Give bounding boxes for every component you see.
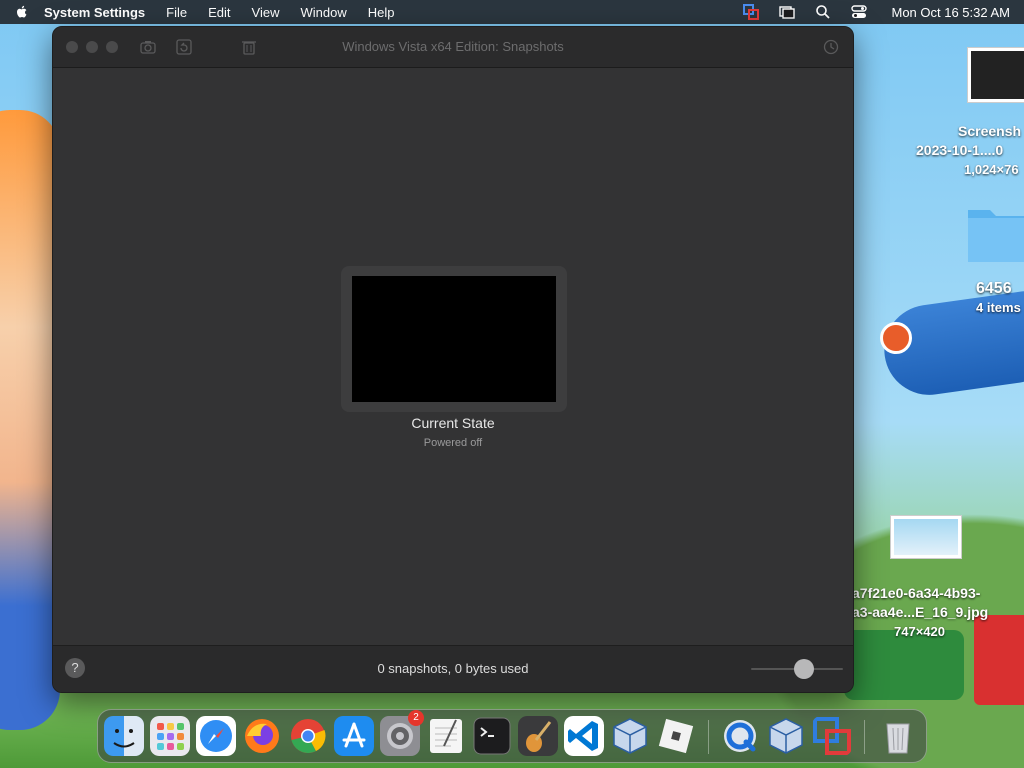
desktop-item-name: 6456 <box>976 280 1012 297</box>
desktop-item-image[interactable]: a7f21e0-6a34-4b93- a3-aa4e...E_16_9.jpg … <box>852 584 988 641</box>
desktop-item-folder[interactable]: 6456 4 items <box>976 279 1021 317</box>
desktop-item-screenshot[interactable]: Screensh 2023-10-1....0 1,024×76 <box>916 122 1021 179</box>
desktop-item-count: 4 items <box>976 300 1021 315</box>
parallels-status-icon[interactable] <box>743 4 760 20</box>
snapshot-preview <box>352 276 556 402</box>
desktop-screenshot-thumbnail[interactable] <box>967 47 1024 103</box>
window-titlebar: Windows Vista x64 Edition: Snapshots <box>53 27 853 68</box>
window-title: Windows Vista x64 Edition: Snapshots <box>342 39 564 54</box>
snapshots-content: Current State Powered off <box>53 68 853 646</box>
desktop-image-thumbnail[interactable] <box>890 515 962 559</box>
virtualbox-icon[interactable] <box>610 716 650 756</box>
firefox-icon[interactable] <box>242 716 282 756</box>
menu-window[interactable]: Window <box>300 5 346 20</box>
desktop-item-dimensions: 1,024×76 <box>964 162 1019 177</box>
menu-clock[interactable]: Mon Oct 16 5:32 AM <box>891 5 1010 20</box>
clock-history-icon[interactable] <box>823 39 839 55</box>
textedit-icon[interactable] <box>426 716 466 756</box>
garageband-icon[interactable] <box>518 716 558 756</box>
desktop-item-name: a7f21e0-6a34-4b93- <box>852 585 981 601</box>
finder-icon[interactable] <box>104 716 144 756</box>
dock-separator <box>864 720 865 754</box>
terminal-icon[interactable] <box>472 716 512 756</box>
dock: 2 <box>97 709 927 763</box>
menu-edit[interactable]: Edit <box>208 5 230 20</box>
safari-icon[interactable] <box>196 716 236 756</box>
vscode-icon[interactable] <box>564 716 604 756</box>
control-center-icon[interactable] <box>851 4 868 20</box>
wallpaper-character <box>0 110 60 730</box>
menu-app-name[interactable]: System Settings <box>44 5 145 20</box>
app-store-icon[interactable] <box>334 716 374 756</box>
menu-bar: System Settings File Edit View Window He… <box>0 0 1024 24</box>
launchpad-icon[interactable] <box>150 716 190 756</box>
menu-view[interactable]: View <box>252 5 280 20</box>
desktop-item-name-line2: a3-aa4e...E_16_9.jpg <box>852 604 989 620</box>
notification-badge: 2 <box>408 710 424 726</box>
apple-icon[interactable] <box>14 4 30 20</box>
snapshots-window: Windows Vista x64 Edition: Snapshots Cur… <box>52 26 854 693</box>
virtualbox-icon-2[interactable] <box>766 716 806 756</box>
snapshot-title: Current State <box>411 415 495 431</box>
screen-mirroring-icon[interactable] <box>779 4 796 20</box>
dock-separator <box>708 720 709 754</box>
desktop-item-name: Screensh <box>958 123 1022 139</box>
current-state-snapshot[interactable] <box>341 266 567 412</box>
zoom-slider-knob[interactable] <box>794 659 815 679</box>
quicktime-icon[interactable] <box>720 716 760 756</box>
parallels-icon[interactable] <box>812 716 852 756</box>
menu-help[interactable]: Help <box>368 5 395 20</box>
status-bar: ? 0 snapshots, 0 bytes used <box>53 645 853 692</box>
wallpaper-plane-badge <box>880 322 912 354</box>
menu-file[interactable]: File <box>166 5 187 20</box>
folder-icon[interactable] <box>966 200 1024 264</box>
system-settings-dock-item[interactable]: 2 <box>380 710 424 756</box>
snapshot-subtitle: Powered off <box>423 437 483 449</box>
snapshot-usage-text: 0 snapshots, 0 bytes used <box>377 661 529 676</box>
trash-bin-icon[interactable] <box>878 716 918 756</box>
zoom-slider[interactable] <box>751 659 843 679</box>
chrome-icon[interactable] <box>288 716 328 756</box>
desktop-item-dimensions: 747×420 <box>894 624 945 639</box>
roblox-icon[interactable] <box>656 716 696 756</box>
desktop-item-name-line2: 2023-10-1....0 <box>916 142 1004 158</box>
search-icon[interactable] <box>815 4 831 20</box>
